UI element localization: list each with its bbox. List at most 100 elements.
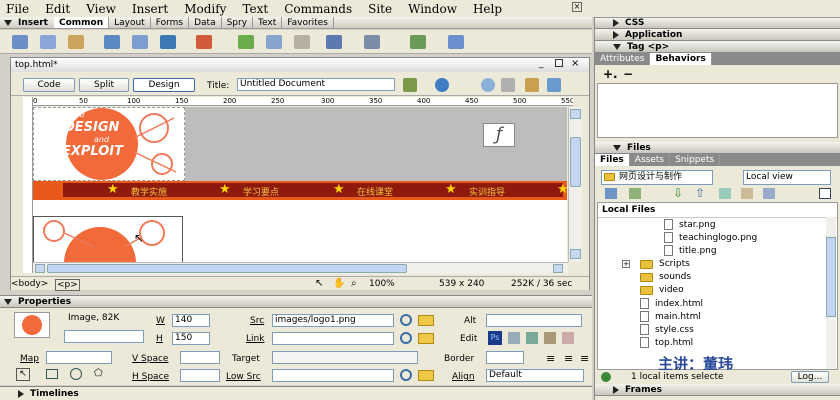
resample-icon[interactable] [544,332,556,344]
menu-edit[interactable]: Edit [37,2,78,16]
tab-spry[interactable]: Spry [222,17,254,28]
nav-item[interactable]: 学习要点 [243,185,279,198]
nav-item[interactable]: 在线课堂 [357,185,393,198]
menu-window[interactable]: Window [400,2,465,16]
select-tool-icon[interactable]: ↖ [315,278,323,289]
timelines-panel[interactable]: Timelines [0,386,592,400]
logo-image[interactable]: web DESIGN and EXPLOIT [33,107,185,181]
browse-folder-icon[interactable] [418,315,434,326]
zoom-select[interactable]: 100% [369,279,395,289]
tab-attributes[interactable]: Attributes [595,53,651,65]
zoom-tool-icon[interactable]: ⌕ [351,278,357,289]
tab-files[interactable]: Files [595,154,630,166]
scroll-up-icon[interactable] [570,109,581,119]
expand-icon[interactable]: + [622,260,630,268]
tab-behaviors[interactable]: Behaviors [650,53,712,65]
collapse-icon[interactable] [4,19,12,26]
tab-favorites[interactable]: Favorites [282,17,334,28]
close-document-icon[interactable]: × [571,58,579,69]
synchronize-icon[interactable] [763,188,775,199]
image-icon[interactable] [160,35,176,49]
media-icon[interactable] [196,35,212,49]
properties-header[interactable]: Properties [0,296,592,308]
point-to-file-icon[interactable] [400,369,412,381]
behaviors-list[interactable] [597,83,838,138]
tree-item[interactable]: sounds [640,272,691,282]
brightness-icon[interactable] [562,332,574,344]
check-out-icon[interactable] [719,188,731,199]
map-input[interactable] [46,351,112,364]
css-panel-header[interactable]: CSS [595,17,840,29]
get-files-icon[interactable]: ⇩ [673,186,683,200]
hand-tool-icon[interactable]: ✋ [333,278,345,289]
tree-item[interactable]: title.png [664,245,717,256]
tab-assets[interactable]: Assets [630,154,671,166]
comment-icon[interactable] [294,35,310,49]
file-management-icon[interactable] [403,78,417,92]
tag-panel-header[interactable]: Tag <p> [595,41,840,53]
scroll-left-icon[interactable] [35,264,45,273]
nav-item[interactable]: 教学实施 [131,185,167,198]
div-icon[interactable] [132,35,148,49]
tree-item[interactable]: star.png [664,219,716,230]
code-view-button[interactable]: Code [23,78,75,92]
application-panel-header[interactable]: Application [595,29,840,41]
photoshop-icon[interactable]: Ps [488,331,502,345]
crop-icon[interactable] [526,332,538,344]
align-left-icon[interactable]: ≡ [546,352,555,365]
window-size[interactable]: 539 x 240 [439,279,484,289]
head-icon[interactable] [326,35,342,49]
log-button[interactable]: Log... [791,371,829,383]
browse-folder-icon[interactable] [418,333,434,344]
align-center-icon[interactable]: ≡ [564,352,573,365]
link-input[interactable] [272,332,394,345]
alt-input[interactable] [486,314,582,327]
menu-file[interactable]: File [0,2,37,16]
named-anchor-icon[interactable] [68,35,84,49]
hyperlink-icon[interactable] [12,35,28,49]
document-tab[interactable]: top.html* [15,60,58,70]
tree-item[interactable]: main.html [640,311,701,322]
logo-image-selected[interactable]: ↖ [33,216,183,262]
email-link-icon[interactable] [40,35,56,49]
frames-panel-header[interactable]: Frames [595,384,840,396]
scroll-right-icon[interactable] [553,264,563,273]
polygon-hotspot-icon[interactable]: ⬠ [94,368,103,379]
tree-item[interactable]: + Scripts [622,259,690,269]
menu-modify[interactable]: Modify [176,2,234,16]
vspace-input[interactable] [180,351,220,364]
menu-site[interactable]: Site [360,2,400,16]
tag-chooser-icon[interactable] [448,35,464,49]
script-icon[interactable] [364,35,380,49]
menu-view[interactable]: View [78,2,124,16]
files-scrollbar[interactable] [826,217,836,369]
design-view-button[interactable]: Design [133,78,195,92]
horizontal-scrollbar[interactable] [33,262,568,274]
image-name-input[interactable] [64,330,144,343]
tab-forms[interactable]: Forms [151,17,190,28]
border-input[interactable] [486,351,524,364]
scroll-thumb[interactable] [47,264,407,273]
point-to-file-icon[interactable] [400,314,412,326]
title-input[interactable]: Untitled Document [237,78,395,91]
target-select[interactable] [272,351,418,364]
nav-item[interactable]: 实训指导 [469,185,505,198]
connect-icon[interactable] [605,188,617,199]
put-files-icon[interactable]: ⇧ [695,186,705,200]
check-in-icon[interactable] [741,188,753,199]
vertical-scrollbar[interactable] [568,107,582,262]
align-select[interactable]: Default [486,369,584,382]
scroll-down-icon[interactable] [570,249,581,259]
tag-selector-p[interactable]: <p> [55,279,80,291]
view-select[interactable]: Local view [743,170,831,185]
align-right-icon[interactable]: ≡ [580,352,589,365]
date-icon[interactable] [238,35,254,49]
src-input[interactable]: images/logo1.png [272,314,394,327]
table-icon[interactable] [104,35,120,49]
preview-browser-icon[interactable] [435,78,449,92]
tree-item[interactable]: teachinglogo.png [664,232,757,243]
height-input[interactable]: 150 [172,332,210,345]
expand-panel-icon[interactable] [819,188,831,199]
pointer-hotspot-icon[interactable]: ↖ [16,368,30,381]
files-panel-header[interactable]: Files [595,142,840,154]
